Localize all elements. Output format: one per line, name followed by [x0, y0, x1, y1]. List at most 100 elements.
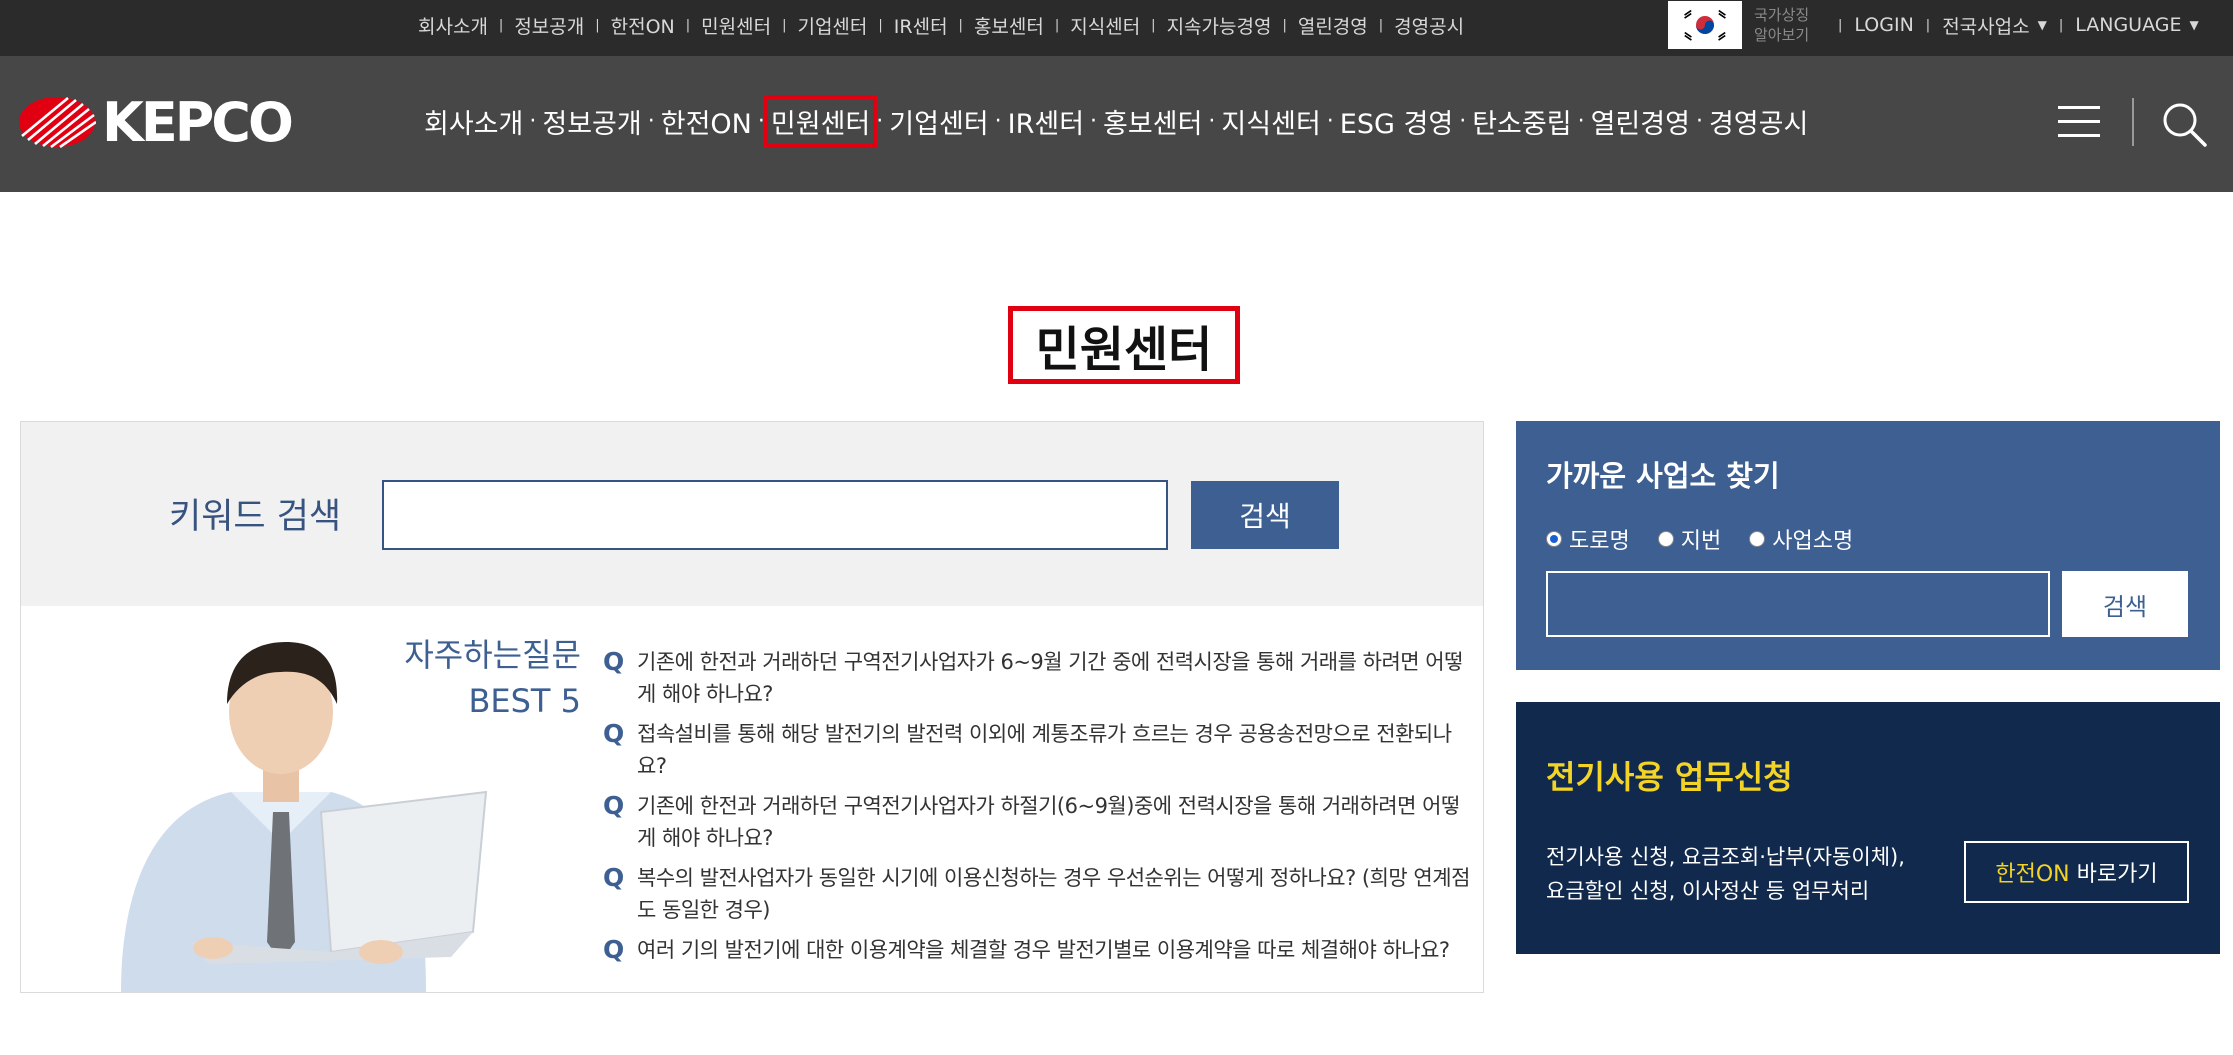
login-link[interactable]: LOGIN: [1854, 14, 1913, 36]
faq-title: 자주하는질문 BEST 5: [321, 632, 581, 724]
topnav-item-sustainability[interactable]: 지속가능경영: [1167, 12, 1272, 39]
faq-question-text[interactable]: 기존에 한전과 거래하던 구역전기사업자가 6~9월 기간 중에 전력시장을 통…: [637, 650, 1463, 706]
keyword-search-button[interactable]: 검색: [1191, 481, 1339, 549]
topnav-item-civil[interactable]: 민원센터: [701, 12, 771, 39]
faq-item[interactable]: Q 기존에 한전과 거래하던 구역전기사업자가 6~9월 기간 중에 전력시장을…: [603, 646, 1473, 710]
separator: |: [878, 17, 883, 33]
separator: ·: [1208, 108, 1216, 134]
faq-item[interactable]: Q 복수의 발전사업자가 동일한 시기에 이용신청하는 경우 우선순위는 어떻게…: [603, 862, 1473, 926]
power-service-description: 전기사용 신청, 요금조회·납부(자동이체), 요금할인 신청, 이사정산 등 …: [1546, 840, 1946, 908]
nav-item-open-management[interactable]: 열린경영: [1591, 102, 1690, 141]
faq-item[interactable]: Q 접속설비를 통해 해당 발전기의 발전력 이외에 계통조류가 흐르는 경우 …: [603, 718, 1473, 782]
separator: |: [595, 17, 600, 33]
kepco-on-shortcut-button[interactable]: 한전ON 바로가기: [1964, 841, 2189, 903]
keyword-faq-panel: 키워드 검색 검색 자주하는질문 BEST 5 Q 기존에 한전과 거래하던 구…: [20, 421, 1484, 993]
separator: ·: [1459, 108, 1467, 134]
office-search-input[interactable]: [1546, 571, 2050, 637]
radio-road-name[interactable]: 도로명: [1546, 523, 1630, 555]
separator: |: [1054, 17, 1060, 33]
kepco-on-label: 한전ON: [1995, 862, 2070, 887]
offices-dropdown[interactable]: 전국사업소: [1942, 12, 2029, 39]
nav-item-kepco-on[interactable]: 한전ON: [661, 102, 752, 141]
nav-item-info[interactable]: 정보공개: [542, 102, 641, 141]
office-search-button[interactable]: 검색: [2062, 571, 2188, 637]
office-search-type-radios: 도로명 지번 사업소명: [1546, 523, 1881, 555]
radio-label: 도로명: [1569, 529, 1630, 554]
radio-office-name[interactable]: 사업소명: [1749, 523, 1853, 555]
faq-title-line1: 자주하는질문: [404, 636, 581, 674]
topnav-item-pr[interactable]: 홍보센터: [974, 12, 1044, 39]
shortcut-label: 바로가기: [2069, 862, 2158, 887]
radio-label: 사업소명: [1772, 529, 1854, 554]
keyword-search-input[interactable]: [382, 480, 1168, 550]
topnav-item-kepco-on[interactable]: 한전ON: [611, 12, 675, 39]
question-marker: Q: [603, 863, 624, 892]
national-symbol-label[interactable]: 국가상징 알아보기: [1754, 5, 1826, 45]
main-header: KEPCO 회사소개 · 정보공개 · 한전ON · 민원센터 · 기업센터 ·…: [0, 56, 2233, 192]
separator: |: [1282, 17, 1287, 33]
power-service-application: 전기사용 업무신청 전기사용 신청, 요금조회·납부(자동이체), 요금할인 신…: [1516, 702, 2220, 954]
separator: |: [1151, 17, 1156, 33]
separator: |: [1838, 17, 1843, 33]
separator: ·: [1090, 108, 1098, 134]
nav-item-company[interactable]: 회사소개: [424, 102, 523, 141]
header-divider: [2132, 98, 2134, 146]
radio-lot-number[interactable]: 지번: [1657, 523, 1722, 555]
radio-label: 지번: [1680, 529, 1722, 554]
utility-links: 국가상징 알아보기 | LOGIN | 전국사업소 ▼ | LANGUAGE ▼: [1668, 0, 2199, 50]
topnav-item-knowledge[interactable]: 지식센터: [1070, 12, 1140, 39]
separator: ·: [647, 108, 655, 134]
language-dropdown[interactable]: LANGUAGE: [2075, 14, 2181, 36]
keyword-search-bar: 키워드 검색 검색: [21, 422, 1483, 606]
taegukgi-icon: [1679, 7, 1731, 43]
topnav-item-company[interactable]: 회사소개: [418, 12, 488, 39]
main-nav: 회사소개 · 정보공개 · 한전ON · 민원센터 · 기업센터 · IR센터 …: [424, 94, 1808, 148]
question-marker: Q: [603, 719, 624, 748]
topnav-item-disclosure[interactable]: 경영공시: [1394, 12, 1464, 39]
caret-down-icon: ▼: [2189, 18, 2199, 32]
top-nav: 회사소개 | 정보공개 | 한전ON | 민원센터 | 기업센터 | IR센터 …: [418, 0, 1464, 50]
top-utility-bar: 회사소개 | 정보공개 | 한전ON | 민원센터 | 기업센터 | IR센터 …: [0, 0, 2233, 56]
national-flag-link[interactable]: [1668, 1, 1742, 49]
topnav-item-business[interactable]: 기업센터: [797, 12, 867, 39]
faq-question-text[interactable]: 여러 기의 발전기에 대한 이용계약을 체결할 경우 발전기별로 이용계약을 따…: [637, 938, 1450, 962]
separator: ·: [757, 108, 765, 134]
radio-unchecked-icon[interactable]: [1657, 531, 1674, 547]
faq-question-text[interactable]: 기존에 한전과 거래하던 구역전기사업자가 하절기(6~9월)중에 전력시장을 …: [637, 794, 1460, 850]
topnav-item-info[interactable]: 정보공개: [514, 12, 584, 39]
faq-item[interactable]: Q 여러 기의 발전기에 대한 이용계약을 체결할 경우 발전기별로 이용계약을…: [603, 934, 1473, 966]
page-title: 민원센터: [1008, 306, 1240, 384]
topnav-item-open-management[interactable]: 열린경영: [1298, 12, 1368, 39]
nav-item-knowledge[interactable]: 지식센터: [1221, 102, 1320, 141]
faq-question-text[interactable]: 복수의 발전사업자가 동일한 시기에 이용신청하는 경우 우선순위는 어떻게 정…: [637, 866, 1470, 922]
faq-list: Q 기존에 한전과 거래하던 구역전기사업자가 6~9월 기간 중에 전력시장을…: [603, 646, 1473, 974]
separator: |: [685, 17, 691, 33]
faq-question-text[interactable]: 접속설비를 통해 해당 발전기의 발전력 이외에 계통조류가 흐르는 경우 공용…: [637, 722, 1452, 778]
nav-item-pr[interactable]: 홍보센터: [1103, 102, 1202, 141]
faq-title-line2: BEST 5: [468, 682, 581, 720]
nav-item-business[interactable]: 기업센터: [889, 102, 988, 141]
separator: |: [2058, 17, 2064, 33]
separator: ·: [1326, 108, 1334, 134]
separator: |: [958, 17, 963, 33]
power-desc-line1: 전기사용 신청, 요금조회·납부(자동이체),: [1546, 845, 1905, 869]
faq-item[interactable]: Q 기존에 한전과 거래하던 구역전기사업자가 하절기(6~9월)중에 전력시장…: [603, 790, 1473, 854]
radio-checked-icon[interactable]: [1546, 531, 1562, 547]
hamburger-menu-icon[interactable]: [2058, 104, 2100, 140]
search-icon[interactable]: [2160, 100, 2208, 148]
separator: ·: [994, 108, 1002, 134]
kepco-logo[interactable]: KEPCO: [18, 91, 294, 154]
topnav-item-ir[interactable]: IR센터: [894, 12, 948, 39]
separator: ·: [529, 108, 537, 134]
nav-item-esg[interactable]: ESG 경영: [1340, 102, 1453, 141]
nav-item-disclosure[interactable]: 경영공시: [1709, 102, 1808, 141]
nearby-office-finder: 가까운 사업소 찾기 도로명 지번 사업소명 검색: [1516, 421, 2220, 670]
separator: |: [1925, 17, 1931, 33]
nav-item-ir[interactable]: IR센터: [1008, 102, 1084, 141]
nav-item-civil[interactable]: 민원센터: [763, 94, 878, 148]
nav-item-carbon-neutral[interactable]: 탄소중립: [1472, 102, 1571, 141]
radio-unchecked-icon[interactable]: [1749, 531, 1766, 547]
separator: |: [498, 17, 504, 33]
power-desc-line2: 요금할인 신청, 이사정산 등 업무처리: [1546, 879, 1870, 903]
question-marker: Q: [603, 935, 624, 964]
